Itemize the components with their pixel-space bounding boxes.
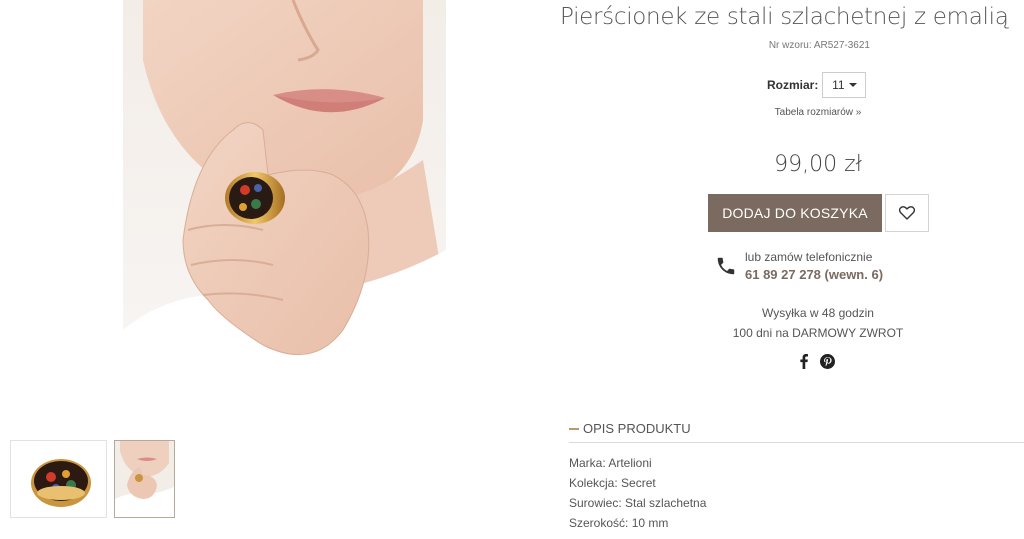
product-title: Pierścionek ze stali szlachetnej z emali… bbox=[560, 4, 1009, 30]
wishlist-button[interactable] bbox=[885, 194, 929, 232]
thumbnail-model[interactable] bbox=[114, 440, 175, 518]
phone-icon bbox=[717, 257, 735, 275]
model-thumbnail-image bbox=[115, 441, 174, 517]
size-label: Rozmiar: bbox=[767, 78, 819, 92]
free-return-text: 100 dni na DARMOWY ZWROT bbox=[732, 326, 904, 340]
product-price: 99,00 zł bbox=[774, 152, 862, 177]
thumbnail-ring[interactable] bbox=[10, 440, 107, 518]
social-share bbox=[798, 354, 835, 369]
spec-brand: Marka: Artelioni bbox=[569, 456, 652, 470]
size-table-link[interactable]: Tabela rozmiarów » bbox=[760, 107, 876, 118]
product-description-header[interactable]: OPIS PRODUKTU bbox=[569, 421, 691, 436]
pinterest-icon[interactable] bbox=[820, 354, 835, 369]
phone-number-link[interactable]: 61 89 27 278 (wewn. 6) bbox=[745, 267, 883, 282]
shipping-time-text: Wysyłka w 48 godzin bbox=[762, 306, 874, 320]
facebook-icon[interactable] bbox=[798, 354, 810, 369]
size-select[interactable]: 11 bbox=[822, 72, 867, 98]
description-header-label: OPIS PRODUKTU bbox=[583, 421, 691, 436]
chevron-down-icon bbox=[848, 83, 857, 87]
ring-thumbnail-image bbox=[11, 441, 106, 517]
product-sku: Nr wzoru: AR527-3621 bbox=[768, 40, 870, 51]
phone-order-label: lub zamów telefonicznie bbox=[745, 250, 873, 264]
spec-collection: Kolekcja: Secret bbox=[569, 476, 656, 490]
main-product-image[interactable] bbox=[123, 0, 446, 423]
size-selected-value: 11 bbox=[832, 78, 845, 92]
spec-width: Szerokość: 10 mm bbox=[569, 516, 669, 530]
spec-material: Surowiec: Stal szlachetna bbox=[569, 496, 707, 510]
heart-icon bbox=[899, 206, 915, 220]
model-wearing-ring-photo bbox=[123, 0, 446, 423]
collapse-dash-icon bbox=[569, 427, 579, 430]
description-divider bbox=[569, 442, 1024, 443]
add-to-cart-button[interactable]: DODAJ DO KOSZYKA bbox=[708, 194, 882, 232]
size-selector-row: Rozmiar: 11 bbox=[767, 71, 867, 99]
